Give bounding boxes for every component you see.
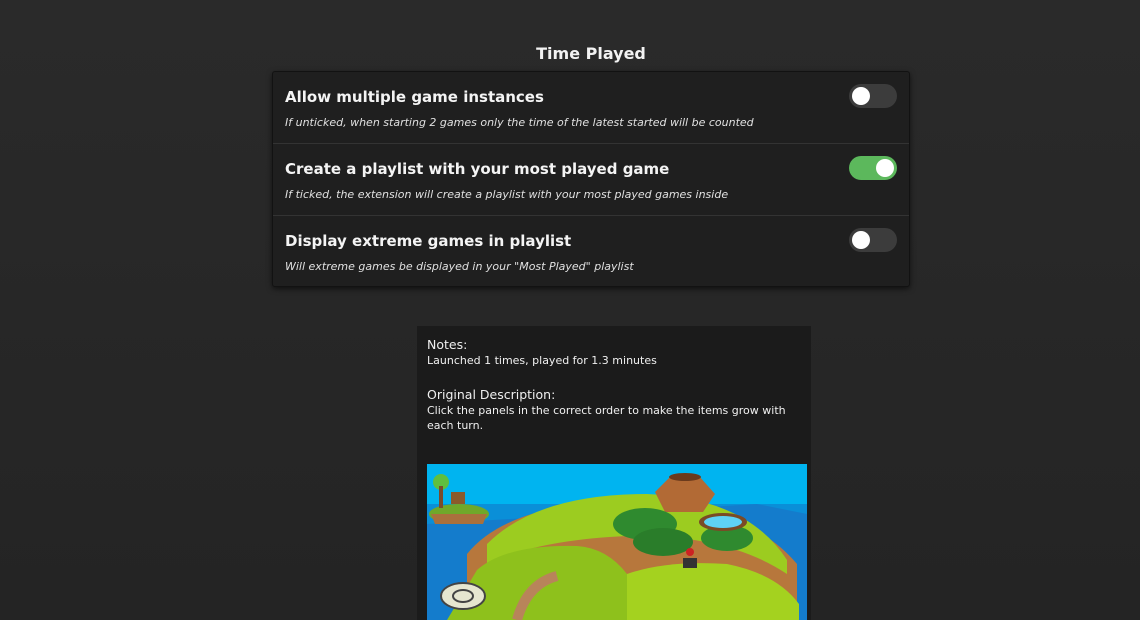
game-notes-panel: Notes: Launched 1 times, played for 1.3 … [417,326,811,620]
notes-heading: Notes: [427,337,468,352]
section-title: Time Played [536,44,646,63]
toggle-knob [852,231,870,249]
original-description-heading: Original Description: [427,387,556,402]
setting-title: Display extreme games in playlist [285,232,572,250]
multiple-instances-toggle[interactable] [849,84,897,108]
setting-title: Allow multiple game instances [285,88,544,106]
setting-title: Create a playlist with your most played … [285,160,670,178]
setting-description: If unticked, when starting 2 games only … [285,116,754,129]
notes-text: Launched 1 times, played for 1.3 minutes [427,354,657,367]
settings-page: Time Played Allow multiple game instance… [0,0,1140,620]
original-description-text: Click the panels in the correct order to… [427,404,786,432]
setting-row-extreme-games: Display extreme games in playlist Will e… [273,216,909,288]
create-playlist-toggle[interactable] [849,156,897,180]
setting-description: If ticked, the extension will create a p… [285,188,729,201]
setting-row-create-playlist: Create a playlist with your most played … [273,144,909,216]
extreme-games-toggle[interactable] [849,228,897,252]
toggle-knob [852,87,870,105]
game-screenshot [427,464,807,620]
toggle-knob [876,159,894,177]
setting-row-multiple-instances: Allow multiple game instances If unticke… [273,72,909,144]
settings-card: Allow multiple game instances If unticke… [272,71,910,287]
setting-description: Will extreme games be displayed in your … [285,260,634,273]
